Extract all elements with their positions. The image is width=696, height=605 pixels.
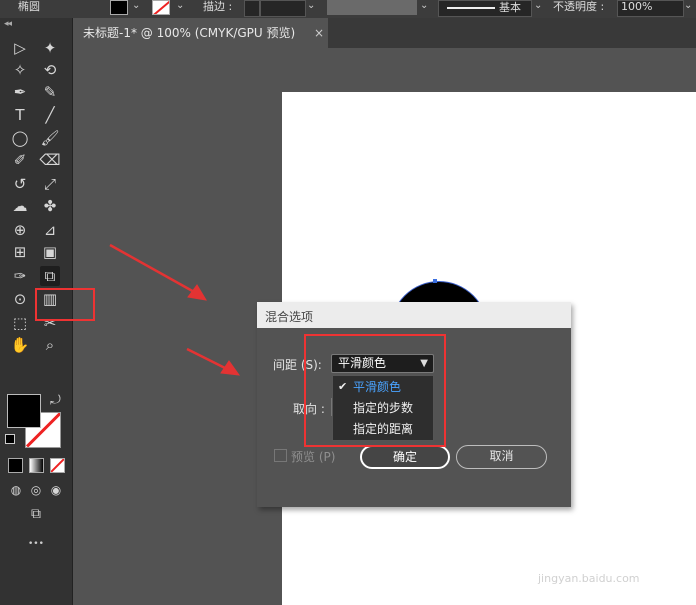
watermark-url: jingyan.baidu.com bbox=[538, 572, 640, 585]
annotation-arrow-2-shaft bbox=[186, 347, 230, 372]
annotation-arrows bbox=[109, 243, 241, 376]
annotation-arrow-1-shaft bbox=[109, 243, 197, 295]
annotation-arrow-1-head bbox=[187, 284, 207, 301]
